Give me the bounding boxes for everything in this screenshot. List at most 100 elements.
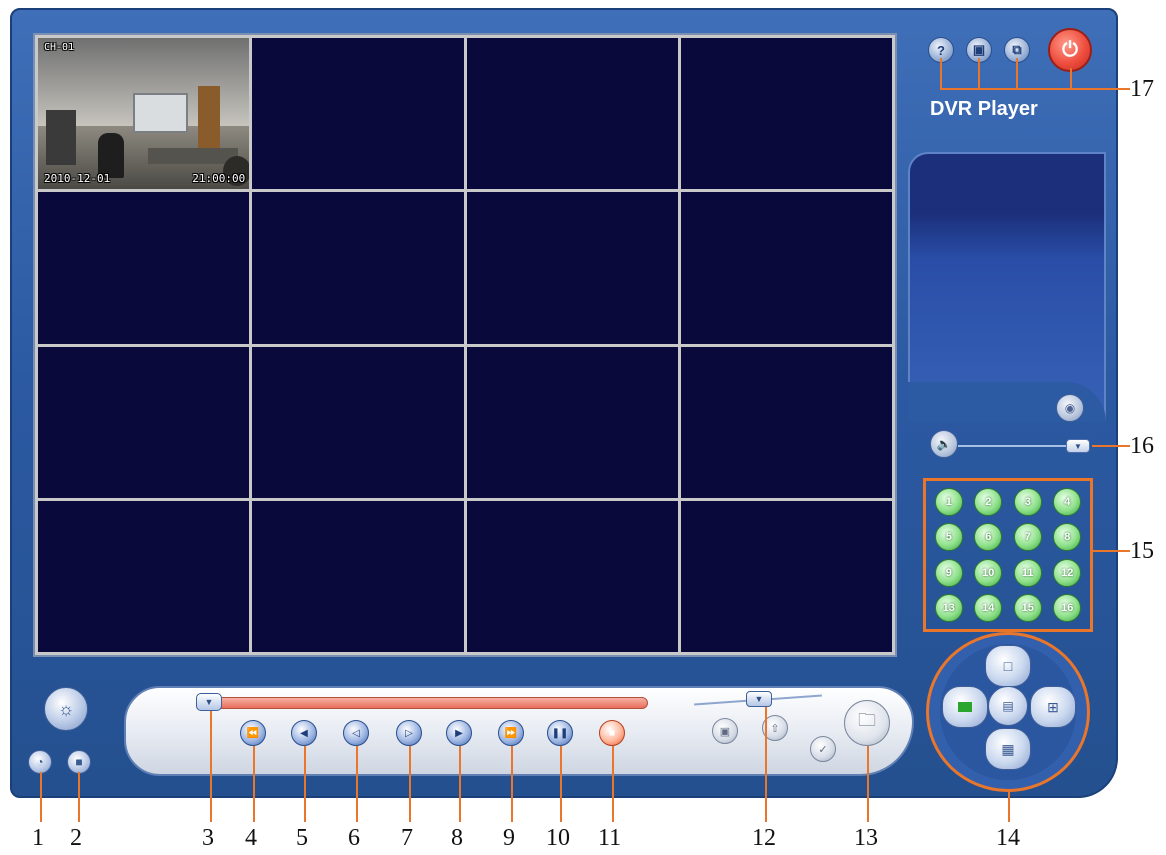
stop-button[interactable]: ■ (599, 720, 625, 746)
save-button[interactable]: ■ (67, 750, 91, 774)
info-panel (908, 152, 1106, 422)
channel-button-14[interactable]: 14 (974, 594, 1003, 623)
channel-button-11[interactable]: 11 (1013, 558, 1042, 587)
video-cell-7[interactable] (466, 192, 678, 344)
channel-button-8[interactable]: 8 (1053, 523, 1082, 552)
power-icon: ⏻ (1062, 38, 1078, 61)
audio-icon: ◉ (1064, 401, 1076, 415)
rewind-button[interactable]: ◀ (291, 720, 317, 746)
speed-slider-thumb[interactable]: ▼ (746, 691, 772, 707)
callout-8: 8 (451, 825, 463, 851)
speaker-icon: 🔈 (936, 437, 952, 451)
fast-forward-icon: ⏩ (504, 727, 518, 739)
quad-view-icon: ⊞ (1047, 698, 1059, 715)
callout-2: 2 (70, 825, 82, 851)
camera-date-overlay: 2010-12-01 (44, 172, 111, 186)
video-cell-5[interactable] (38, 192, 250, 344)
play-button[interactable]: ▶ (446, 720, 472, 746)
fullscreen-icon: ▤ (1002, 699, 1014, 713)
fast-rewind-icon: ⏪ (246, 727, 260, 739)
folder-icon: 🗀 (858, 710, 876, 730)
callout-16: 16 (1130, 433, 1154, 459)
disk-button[interactable]: ◔ (28, 750, 52, 774)
app-title: DVR Player (930, 98, 1038, 120)
volume-slider-thumb[interactable]: ▼ (1066, 439, 1090, 453)
window-icon: ⧉ (1012, 42, 1022, 57)
channel-button-15[interactable]: 15 (1013, 594, 1042, 623)
callout-14: 14 (996, 825, 1020, 851)
video-cell-9[interactable] (38, 346, 250, 498)
video-cell-1[interactable]: CH-01 2010-12-01 21:00:00 (38, 38, 250, 190)
step-back-button[interactable]: ◁ (343, 720, 369, 746)
step-back-icon: ◁ (352, 727, 360, 739)
volume-slider[interactable]: ▼ (958, 439, 1090, 453)
callout-3: 3 (202, 825, 214, 851)
rewind-icon: ◀ (300, 727, 308, 739)
fast-rewind-button[interactable]: ⏪ (240, 720, 266, 746)
speed-slider[interactable]: ▼ (694, 690, 822, 707)
layout-quad-button[interactable]: ⊞ (1030, 686, 1076, 728)
settings-button[interactable]: ☼ (44, 687, 88, 731)
video-grid: CH-01 2010-12-01 21:00:00 (33, 33, 897, 657)
video-cell-4[interactable] (680, 38, 892, 190)
channel-button-13[interactable]: 13 (934, 594, 963, 623)
pause-button[interactable]: ❚❚ (547, 720, 573, 746)
video-cell-15[interactable] (466, 500, 678, 652)
layout-center-button[interactable]: ▤ (988, 686, 1028, 726)
callout-11: 11 (598, 825, 622, 851)
video-cell-12[interactable] (680, 346, 892, 498)
layout-nine-button[interactable]: ▦ (985, 728, 1031, 770)
step-forward-icon: ▷ (405, 727, 413, 739)
mute-button[interactable]: 🔈 (930, 430, 958, 458)
help-icon: ? (937, 42, 945, 58)
pause-icon: ❚❚ (551, 727, 569, 739)
layout-multi-left-button[interactable] (942, 686, 988, 728)
power-button[interactable]: ⏻ (1048, 28, 1092, 72)
channel-selector: 1 2 3 4 5 6 7 8 9 10 11 12 13 14 15 16 (923, 478, 1093, 632)
video-cell-6[interactable] (252, 192, 464, 344)
video-cell-2[interactable] (252, 38, 464, 190)
camera-time-overlay: 21:00:00 (192, 172, 246, 186)
video-cell-16[interactable] (680, 500, 892, 652)
channel-button-16[interactable]: 16 (1053, 594, 1082, 623)
audio-button[interactable]: ◉ (1056, 394, 1084, 422)
callout-17: 17 (1130, 76, 1154, 102)
green-grid-icon (958, 702, 972, 712)
video-cell-14[interactable] (252, 500, 464, 652)
timeline-bar[interactable] (200, 697, 648, 709)
upload-icon: ⇧ (770, 722, 780, 735)
snapshot-button[interactable]: ▣ (712, 718, 738, 744)
open-folder-button[interactable]: 🗀 (844, 700, 890, 746)
callout-10: 10 (546, 825, 570, 851)
callout-15: 15 (1130, 538, 1154, 564)
timeline-slider-thumb[interactable]: ▼ (196, 693, 222, 711)
channel-button-1[interactable]: 1 (934, 487, 963, 516)
fast-forward-button[interactable]: ⏩ (498, 720, 524, 746)
channel-button-9[interactable]: 9 (934, 558, 963, 587)
disk-icon: ◔ (36, 755, 44, 769)
callout-13: 13 (854, 825, 878, 851)
channel-button-12[interactable]: 12 (1053, 558, 1082, 587)
channel-button-2[interactable]: 2 (974, 487, 1003, 516)
video-cell-3[interactable] (466, 38, 678, 190)
video-cell-11[interactable] (466, 346, 678, 498)
channel-button-5[interactable]: 5 (934, 523, 963, 552)
channel-button-4[interactable]: 4 (1053, 487, 1082, 516)
layout-single-button[interactable]: □ (985, 645, 1031, 687)
video-cell-8[interactable] (680, 192, 892, 344)
stop-icon: ■ (608, 727, 616, 739)
nine-view-icon: ▦ (1001, 740, 1015, 757)
camera-feed-image (38, 38, 250, 190)
channel-button-6[interactable]: 6 (974, 523, 1003, 552)
confirm-button[interactable]: ✓ (810, 736, 836, 762)
video-cell-10[interactable] (252, 346, 464, 498)
channel-button-7[interactable]: 7 (1013, 523, 1042, 552)
camera-icon: ▣ (719, 725, 731, 738)
channel-button-10[interactable]: 10 (974, 558, 1003, 587)
callout-6: 6 (348, 825, 360, 851)
step-forward-button[interactable]: ▷ (396, 720, 422, 746)
video-cell-13[interactable] (38, 500, 250, 652)
play-icon: ▶ (455, 727, 463, 739)
camera-title-overlay: CH-01 (44, 42, 75, 53)
channel-button-3[interactable]: 3 (1013, 487, 1042, 516)
